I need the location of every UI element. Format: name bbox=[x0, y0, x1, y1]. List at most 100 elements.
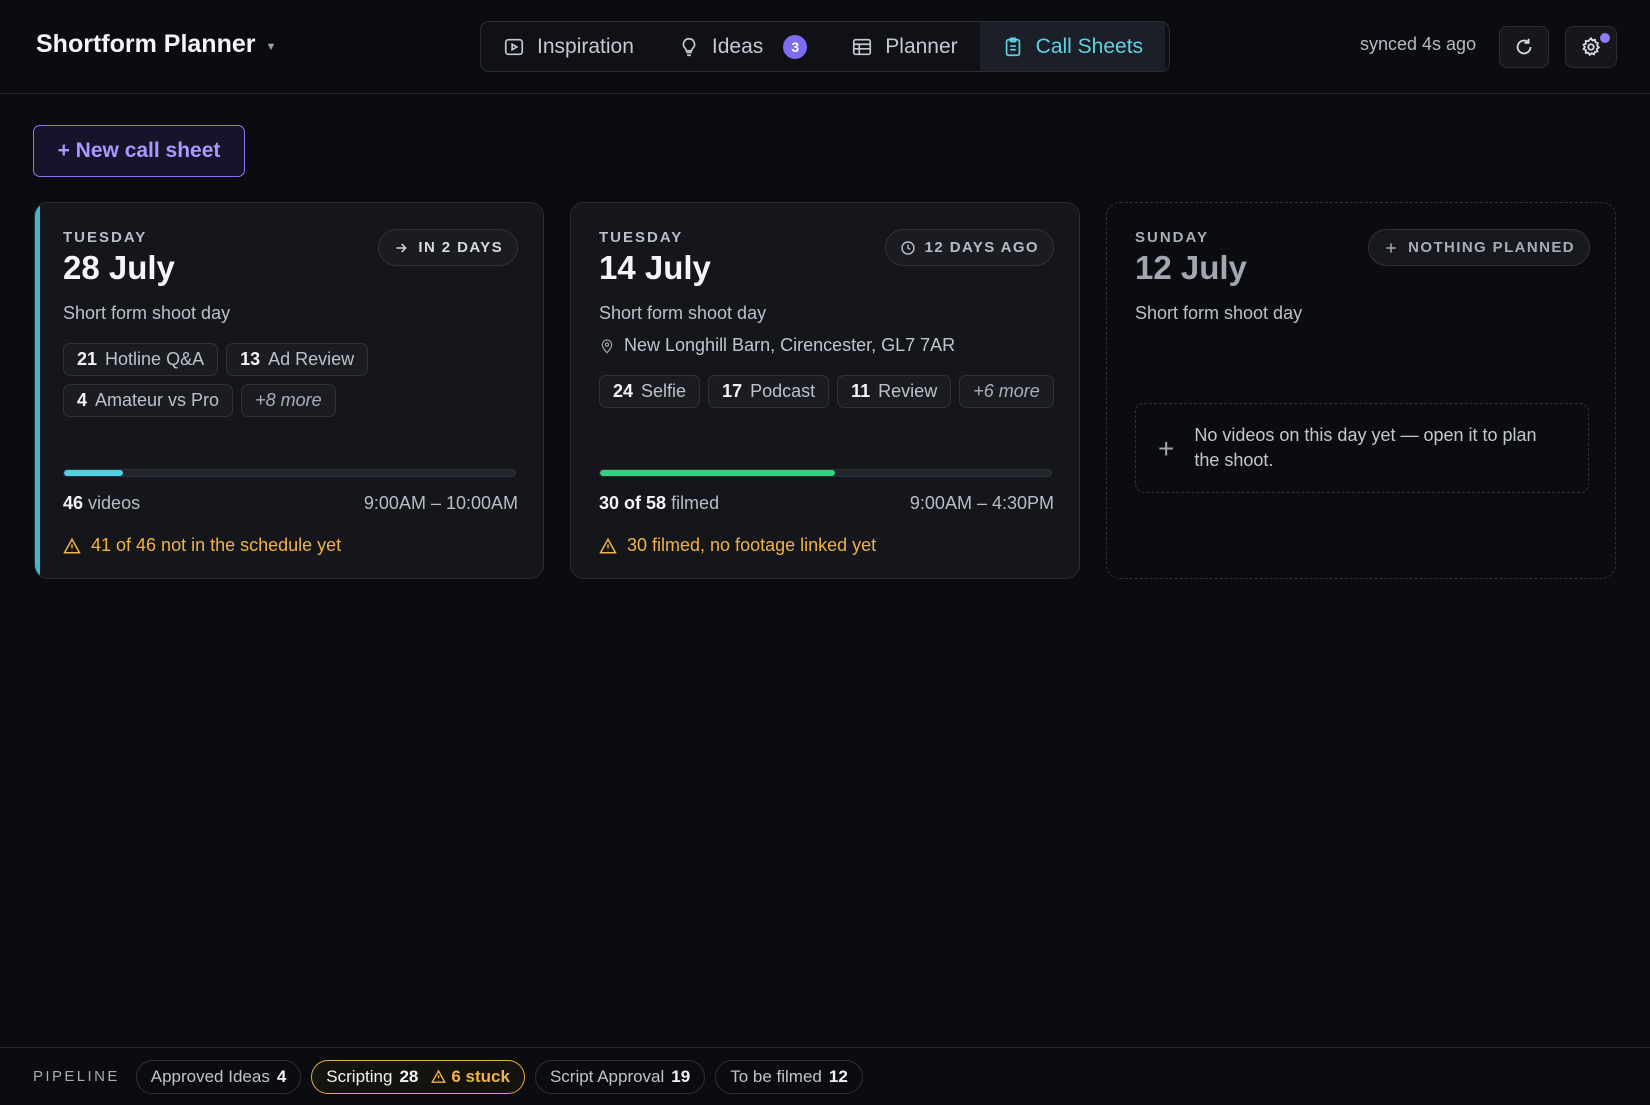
chip-count: 21 bbox=[77, 349, 98, 369]
tab-label: Inspiration bbox=[537, 34, 634, 58]
call-sheet-card[interactable]: SUNDAY 12 July NOTHING PLANNED Short for… bbox=[1106, 202, 1616, 579]
stuck-text: 6 stuck bbox=[451, 1066, 510, 1086]
category-chip[interactable]: 21 Hotline Q&A bbox=[63, 343, 219, 376]
filmed-count: 30 of 58 filmed bbox=[599, 493, 719, 514]
stuck-indicator: 6 stuck bbox=[431, 1067, 510, 1087]
stage-label: Approved Ideas bbox=[150, 1066, 270, 1086]
chip-count: 24 bbox=[613, 381, 634, 401]
category-chip[interactable]: 17 Podcast bbox=[708, 375, 830, 408]
warning-icon bbox=[63, 537, 81, 553]
app-title: Shortform Planner bbox=[36, 30, 256, 58]
count-unit: videos bbox=[88, 493, 141, 513]
pipeline-stage-approved-ideas[interactable]: Approved Ideas 4 bbox=[135, 1059, 302, 1094]
category-chip[interactable]: 4 Amateur vs Pro bbox=[63, 384, 234, 417]
category-chip[interactable]: 13 Ad Review bbox=[226, 343, 369, 376]
plus-icon: + bbox=[1158, 432, 1175, 464]
tab-label: Ideas bbox=[711, 34, 764, 58]
time-range: 9:00AM – 10:00AM bbox=[363, 493, 518, 513]
app-title-switcher[interactable]: Shortform Planner ▼ bbox=[36, 30, 276, 59]
location: New Longhill Barn, Cirencester, GL7 7AR bbox=[599, 335, 955, 356]
notification-dot bbox=[1600, 33, 1610, 43]
tab-call-sheets[interactable]: Call Sheets bbox=[979, 22, 1166, 71]
warning-message: 30 filmed, no footage linked yet bbox=[599, 535, 876, 556]
pipeline-label: PIPELINE bbox=[33, 1068, 120, 1085]
stage-count: 19 bbox=[671, 1066, 691, 1086]
tab-planner[interactable]: Planner bbox=[829, 22, 979, 71]
video-count: 46 videos bbox=[63, 493, 140, 514]
status-pill: NOTHING PLANNED bbox=[1368, 229, 1590, 266]
gear-icon bbox=[1582, 36, 1601, 57]
chip-count: 17 bbox=[722, 381, 743, 401]
day-of-week: TUESDAY bbox=[63, 229, 148, 246]
status-label: 12 DAYS AGO bbox=[924, 239, 1039, 256]
pipeline-stage-scripting[interactable]: Scripting 28 6 stuck bbox=[311, 1059, 525, 1094]
tab-ideas[interactable]: Ideas 3 bbox=[656, 22, 829, 71]
warning-icon bbox=[599, 537, 617, 553]
more-chip[interactable]: +6 more bbox=[959, 375, 1054, 408]
day-of-week: SUNDAY bbox=[1135, 229, 1209, 246]
category-chip[interactable]: 24 Selfie bbox=[599, 375, 701, 408]
count-value: 30 of 58 bbox=[599, 493, 667, 513]
empty-text: No videos on this day yet — open it to p… bbox=[1194, 425, 1537, 470]
status-pill: 12 DAYS AGO bbox=[884, 229, 1054, 266]
chip-count: 11 bbox=[851, 381, 871, 401]
chip-count: 13 bbox=[240, 349, 261, 369]
category-chip[interactable]: 11 Review bbox=[837, 375, 952, 408]
stage-label: Scripting bbox=[326, 1066, 393, 1086]
warning-text: 30 filmed, no footage linked yet bbox=[627, 535, 877, 555]
tab-inspiration[interactable]: Inspiration bbox=[481, 22, 656, 71]
ideas-count-badge: 3 bbox=[783, 34, 808, 59]
progress-fill bbox=[600, 470, 835, 476]
time-range: 9:00AM – 4:30PM bbox=[909, 493, 1054, 513]
card-date: 28 July bbox=[63, 249, 175, 286]
empty-day-placeholder[interactable]: + No videos on this day yet — open it to… bbox=[1135, 403, 1589, 493]
top-bar: Shortform Planner ▼ Inspiration Ideas 3 … bbox=[0, 0, 1650, 94]
plus-icon bbox=[1386, 242, 1396, 253]
card-date: 12 July bbox=[1135, 249, 1247, 286]
arrow-right-icon bbox=[396, 242, 408, 253]
warning-text: 41 of 46 not in the schedule yet bbox=[91, 535, 342, 555]
location-text: New Longhill Barn, Cirencester, GL7 7AR bbox=[624, 335, 956, 355]
refresh-icon bbox=[1516, 38, 1532, 55]
card-date: 14 July bbox=[599, 249, 711, 286]
card-subtitle: Short form shoot day bbox=[599, 303, 767, 323]
tab-label: Planner bbox=[885, 34, 958, 58]
sync-status: synced 4s ago bbox=[1360, 34, 1477, 54]
stage-label: Script Approval bbox=[549, 1066, 665, 1086]
call-sheet-card[interactable]: TUESDAY 14 July 12 DAYS AGO Short form s… bbox=[570, 202, 1080, 579]
call-sheet-card[interactable]: TUESDAY 28 July IN 2 DAYS Short form sho… bbox=[34, 202, 544, 579]
category-chips: 24 Selfie 17 Podcast 11 Review +6 more bbox=[599, 375, 1059, 408]
warning-message: 41 of 46 not in the schedule yet bbox=[63, 535, 341, 556]
status-label: NOTHING PLANNED bbox=[1408, 239, 1575, 256]
day-of-week: TUESDAY bbox=[599, 229, 684, 246]
chip-count: 4 bbox=[77, 390, 88, 410]
card-subtitle: Short form shoot day bbox=[1135, 303, 1303, 323]
table-icon bbox=[853, 38, 872, 55]
card-subtitle: Short form shoot day bbox=[63, 303, 231, 323]
new-call-sheet-button[interactable]: + New call sheet bbox=[33, 125, 245, 177]
chip-label: Amateur vs Pro bbox=[95, 390, 220, 410]
refresh-button[interactable] bbox=[1499, 26, 1549, 68]
clock-icon bbox=[900, 240, 915, 255]
clipboard-icon bbox=[1005, 36, 1020, 56]
chip-label: Selfie bbox=[641, 381, 687, 401]
stage-count: 28 bbox=[399, 1066, 419, 1086]
pipeline-stage-script-approval[interactable]: Script Approval 19 bbox=[534, 1059, 706, 1094]
progress-bar bbox=[599, 469, 1052, 477]
more-chip[interactable]: +8 more bbox=[241, 384, 336, 417]
status-pill: IN 2 DAYS bbox=[378, 229, 518, 266]
lightbulb-icon bbox=[682, 37, 696, 56]
warning-icon bbox=[431, 1069, 447, 1083]
count-value: 46 bbox=[63, 493, 84, 513]
progress-fill bbox=[64, 470, 123, 476]
chip-label: Podcast bbox=[750, 381, 816, 401]
pipeline-bar: PIPELINE Approved Ideas 4 Scripting 28 6… bbox=[0, 1047, 1650, 1105]
map-pin-icon bbox=[601, 338, 613, 353]
chip-label: Hotline Q&A bbox=[105, 349, 205, 369]
count-unit: filmed bbox=[671, 493, 720, 513]
status-label: IN 2 DAYS bbox=[418, 239, 503, 256]
caret-down-icon: ▼ bbox=[265, 40, 277, 53]
pipeline-stage-to-be-filmed[interactable]: To be filmed 12 bbox=[715, 1059, 863, 1094]
settings-button[interactable] bbox=[1565, 26, 1617, 68]
progress-bar bbox=[63, 469, 516, 477]
